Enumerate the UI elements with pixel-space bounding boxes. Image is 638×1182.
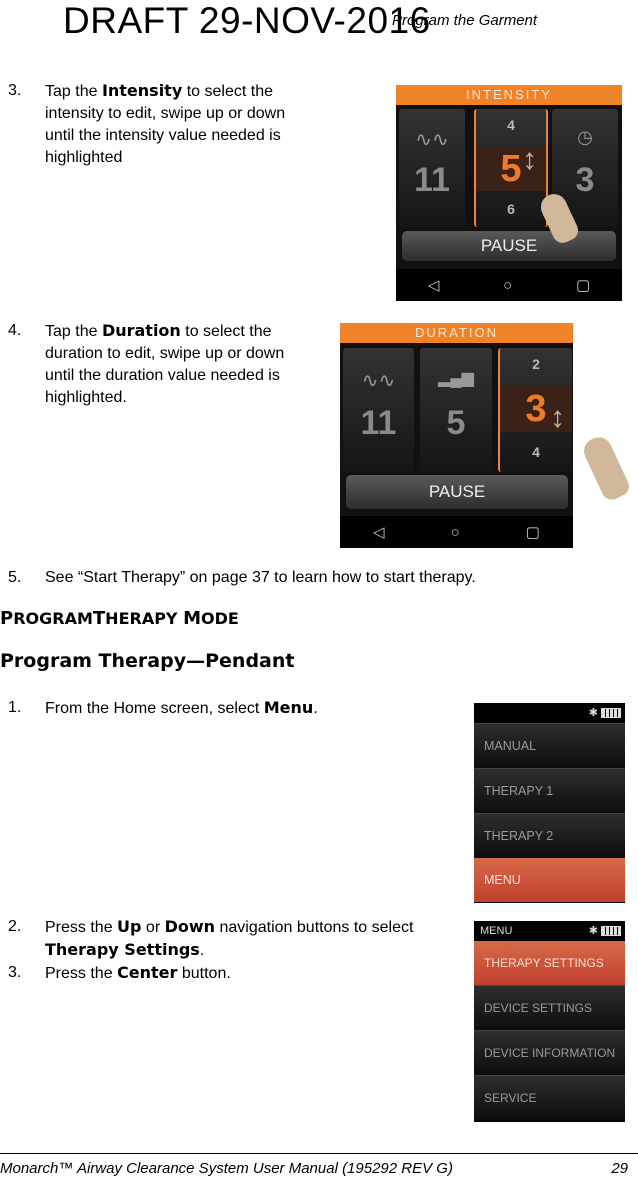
back-icon[interactable]: ◁	[373, 523, 385, 541]
duration-value: 3	[575, 161, 595, 199]
step-text: From the Home screen, select Menu.	[45, 698, 318, 717]
timer-icon: ◷	[577, 127, 593, 147]
pause-button[interactable]: PAUSE	[346, 475, 568, 509]
menu-item-device-settings[interactable]: DEVICE SETTINGS	[474, 985, 625, 1030]
keyword-intensity: Intensity	[101, 81, 183, 100]
menu-item-therapy-settings[interactable]: THERAPY SETTINGS	[474, 941, 625, 985]
battery-icon	[601, 708, 621, 719]
keyword-up: Up	[117, 917, 142, 936]
step-text: Press the Up or Down navigation buttons …	[45, 917, 414, 959]
frequency-value: 11	[360, 404, 397, 442]
keyword-menu: Menu	[263, 698, 314, 717]
draft-stamp: DRAFT 29-NOV-2016	[63, 0, 431, 41]
finger-hand-icon	[579, 433, 633, 503]
page-number: 29	[611, 1160, 628, 1177]
menu-item-therapy-1[interactable]: THERAPY 1	[474, 768, 625, 813]
duration-below: 4	[532, 444, 540, 460]
duration-screen: DURATION ∿∿ 11 ▂▄▆ 5 2 3 4 PAUSE ◁ ○ ▢ ↕	[340, 323, 573, 548]
home-icon[interactable]: ○	[503, 277, 512, 294]
screen-title: INTENSITY	[396, 85, 622, 105]
frequency-value: 11	[414, 161, 450, 199]
footer-text: Monarch™ Airway Clearance System User Ma…	[0, 1160, 453, 1177]
status-bar: MENU ✱	[474, 921, 625, 941]
keyword-center: Center	[117, 963, 178, 982]
step-number: 5.	[8, 569, 22, 586]
intensity-screen: INTENSITY ∿∿ 11 4 5 6 ◷ 3 PAUSE ◁ ○ ▢ ↕	[396, 85, 622, 301]
screen-title: MENU	[480, 925, 513, 937]
step-number: 2.	[8, 918, 22, 935]
keyword-therapy-settings: Therapy Settings	[45, 940, 200, 959]
menu-item-device-information[interactable]: DEVICE INFORMATION	[474, 1030, 625, 1075]
signal-bars-icon: ▂▄▆	[438, 370, 474, 387]
keyword-duration: Duration	[101, 321, 181, 340]
intensity-tile[interactable]: ▂▄▆ 5	[420, 348, 492, 472]
screen-title: DURATION	[340, 323, 573, 343]
android-nav-bar: ◁ ○ ▢	[396, 269, 622, 301]
intensity-above: 4	[507, 117, 515, 133]
battery-icon	[601, 926, 621, 937]
step-text: Tap the Intensity to select the intensit…	[45, 81, 286, 166]
home-icon[interactable]: ○	[451, 524, 460, 541]
step-text: Press the Center button.	[45, 963, 231, 982]
footer-divider	[0, 1153, 638, 1154]
frequency-tile[interactable]: ∿∿ 11	[343, 348, 414, 472]
subheading: Program Therapy—Pendant	[0, 650, 295, 672]
step-number: 4.	[8, 322, 22, 339]
menu-item-menu[interactable]: MENU	[474, 858, 625, 902]
wave-icon: ∿∿	[415, 129, 449, 151]
step-number: 3.	[8, 964, 22, 981]
step-text: See “Start Therapy” on page 37 to learn …	[45, 569, 476, 586]
swipe-arrow-icon: ↕	[550, 401, 565, 434]
recent-apps-icon[interactable]: ▢	[526, 523, 540, 541]
menu-item-manual[interactable]: MANUAL	[474, 723, 625, 768]
intensity-below: 6	[507, 201, 515, 217]
section-heading: PROGRAMTHERAPY MODE	[0, 608, 239, 629]
android-nav-bar: ◁ ○ ▢	[340, 516, 573, 548]
frequency-tile[interactable]: ∿∿ 11	[399, 109, 465, 227]
bluetooth-icon: ✱	[588, 925, 598, 937]
step-number: 1.	[8, 699, 22, 716]
running-head: Program the Garment	[392, 12, 538, 29]
wave-icon: ∿∿	[361, 370, 396, 392]
intensity-value: 5	[446, 404, 466, 442]
menu-item-therapy-2[interactable]: THERAPY 2	[474, 813, 625, 858]
keyword-down: Down	[164, 917, 216, 936]
pendant-menu-screen: MENU ✱ THERAPY SETTINGS DEVICE SETTINGS …	[474, 921, 625, 1122]
step-text: Tap the Duration to select the duration …	[45, 321, 285, 406]
duration-above: 2	[532, 356, 540, 372]
swipe-arrow-icon: ↕	[522, 143, 537, 176]
pause-button[interactable]: PAUSE	[402, 231, 616, 261]
status-bar: ✱	[474, 703, 625, 723]
recent-apps-icon[interactable]: ▢	[576, 276, 590, 294]
step-number: 3.	[8, 82, 22, 99]
bluetooth-icon: ✱	[588, 707, 598, 719]
menu-item-service[interactable]: SERVICE	[474, 1075, 625, 1120]
back-icon[interactable]: ◁	[428, 276, 440, 294]
pendant-home-screen: ✱ MANUAL THERAPY 1 THERAPY 2 MENU	[474, 703, 625, 903]
